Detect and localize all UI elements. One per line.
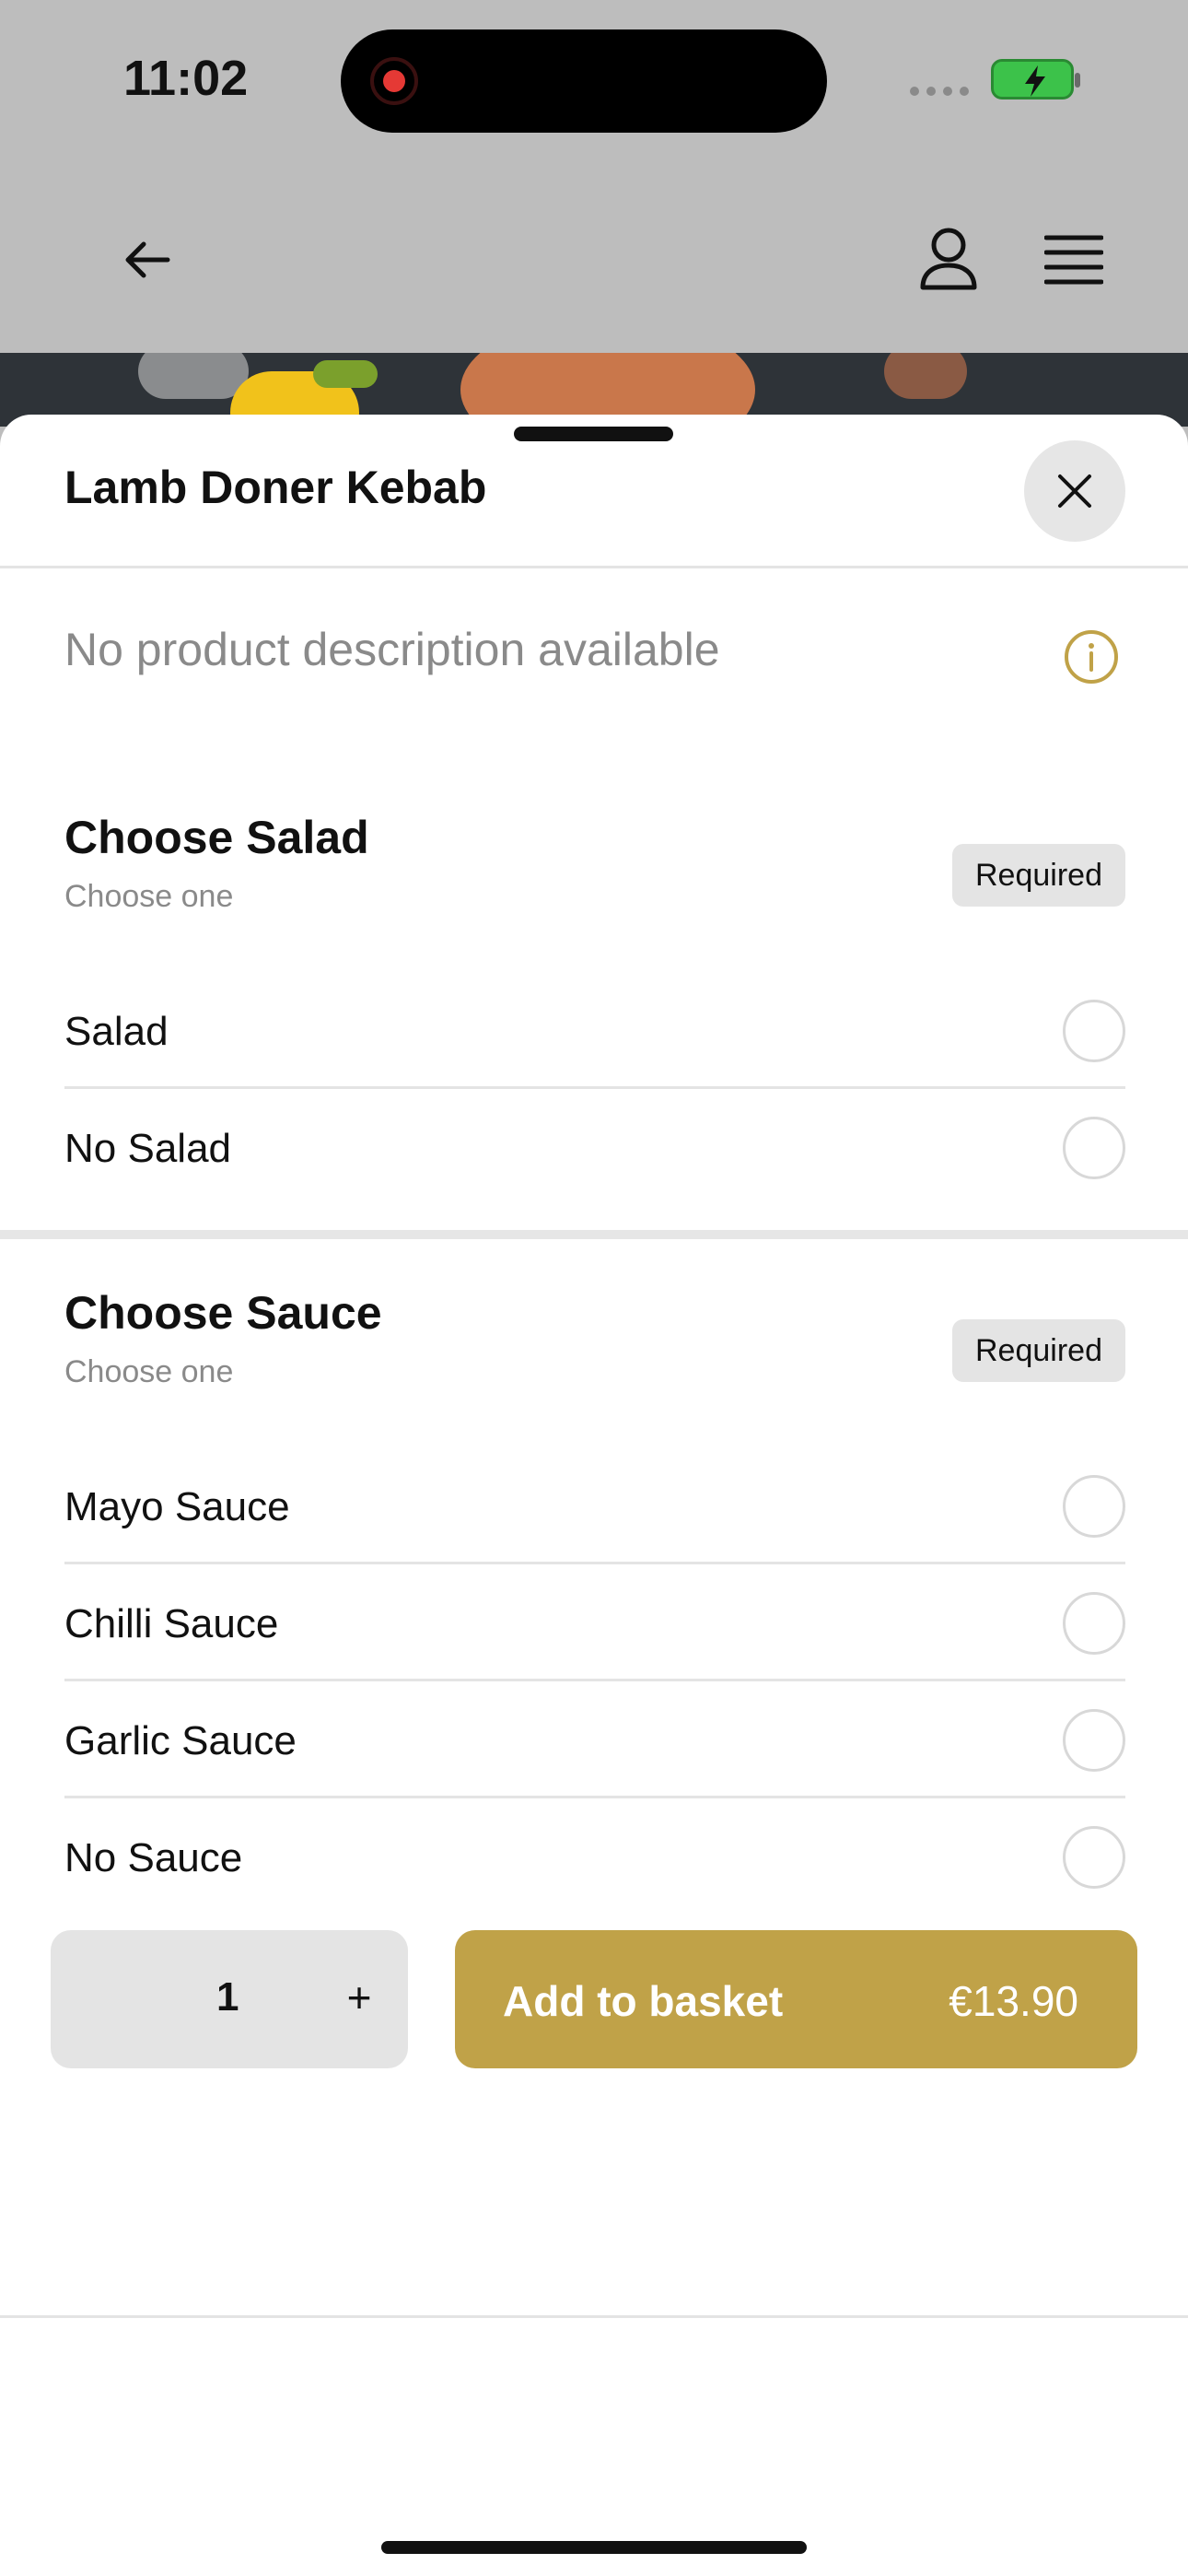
close-button[interactable] [1024, 440, 1125, 542]
app-header [0, 166, 1188, 353]
info-icon[interactable] [1063, 628, 1120, 685]
add-to-basket-button[interactable]: Add to basket €13.90 [455, 1930, 1137, 2068]
section-title-salad: Choose Salad [64, 812, 369, 863]
divider [0, 566, 1188, 568]
signal-icon [910, 87, 969, 96]
option-salad[interactable]: Salad [64, 972, 1125, 1089]
add-to-basket-label: Add to basket [503, 1977, 784, 2025]
option-label: Salad [64, 1009, 169, 1054]
option-label: Garlic Sauce [64, 1718, 297, 1763]
home-indicator[interactable] [381, 2541, 807, 2554]
option-no-sauce[interactable]: No Sauce [64, 1798, 1125, 1915]
product-description: No product description available [64, 624, 720, 675]
radio-button[interactable] [1063, 1000, 1125, 1062]
option-no-salad[interactable]: No Salad [64, 1089, 1125, 1206]
radio-button[interactable] [1063, 1709, 1125, 1772]
option-chilli-sauce[interactable]: Chilli Sauce [64, 1564, 1125, 1681]
option-label: No Salad [64, 1126, 232, 1171]
hamburger-menu-icon[interactable] [1043, 232, 1104, 287]
section-subtitle-sauce: Choose one [64, 1354, 234, 1389]
section-subtitle-salad: Choose one [64, 879, 234, 914]
footer-divider [0, 2315, 1188, 2318]
quantity-value: 1 [216, 1974, 239, 2020]
section-title-sauce: Choose Sauce [64, 1287, 382, 1339]
back-arrow-icon[interactable] [120, 232, 175, 287]
increment-button[interactable]: + [327, 1965, 391, 2030]
option-label: No Sauce [64, 1835, 243, 1880]
status-bar: 11:02 [0, 0, 1188, 166]
option-mayo-sauce[interactable]: Mayo Sauce [64, 1447, 1125, 1564]
sheet-grabber[interactable] [514, 427, 673, 441]
product-sheet: Lamb Doner Kebab No product description … [0, 415, 1188, 2576]
required-badge-salad: Required [952, 844, 1125, 907]
status-time: 11:02 [123, 51, 249, 106]
option-garlic-sauce[interactable]: Garlic Sauce [64, 1681, 1125, 1798]
radio-button[interactable] [1063, 1592, 1125, 1655]
radio-button[interactable] [1063, 1475, 1125, 1538]
record-icon [370, 57, 418, 105]
dynamic-island [341, 29, 827, 133]
battery-charging-icon [991, 59, 1080, 100]
option-label: Mayo Sauce [64, 1484, 290, 1529]
price-label: €13.90 [949, 1977, 1078, 2025]
section-separator [0, 1230, 1188, 1239]
radio-button[interactable] [1063, 1117, 1125, 1179]
product-title: Lamb Doner Kebab [64, 462, 487, 513]
close-icon [1058, 474, 1091, 508]
option-label: Chilli Sauce [64, 1601, 279, 1646]
required-badge-sauce: Required [952, 1319, 1125, 1382]
quantity-stepper[interactable]: 1 + [51, 1930, 408, 2068]
user-icon[interactable] [917, 225, 980, 291]
radio-button[interactable] [1063, 1826, 1125, 1889]
